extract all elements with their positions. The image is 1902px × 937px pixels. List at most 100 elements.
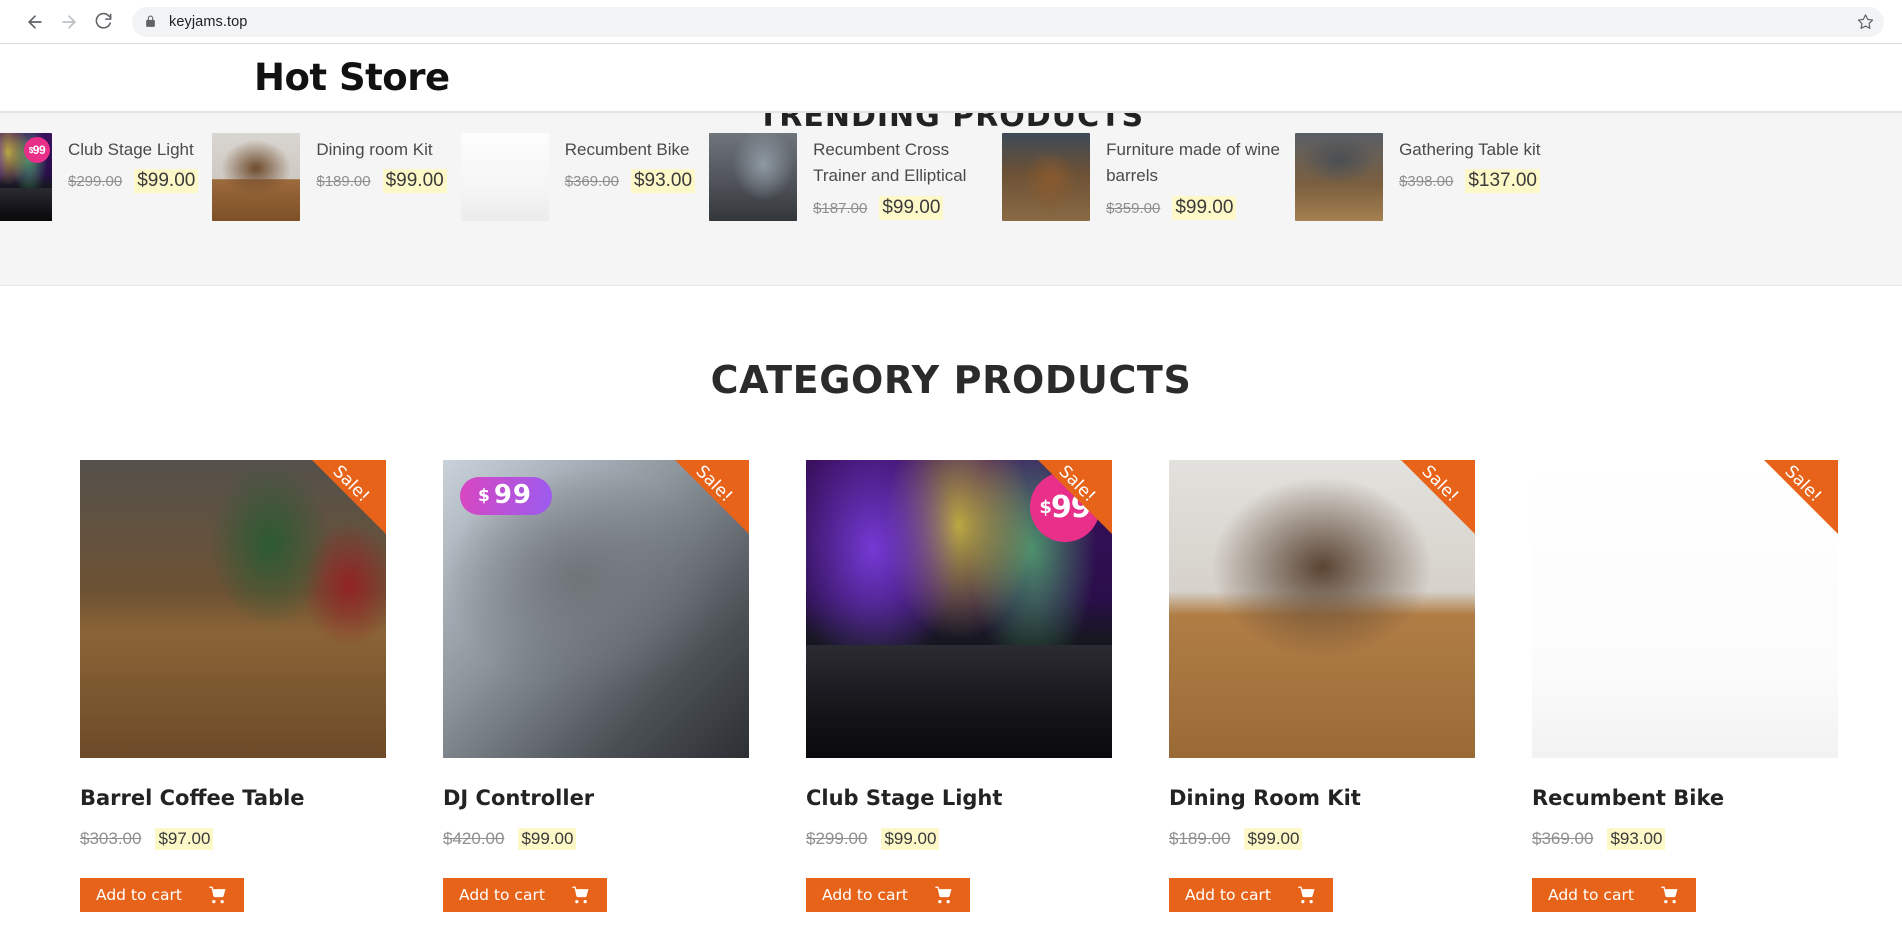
product-title[interactable]: Barrel Coffee Table [80,786,386,810]
original-price: $189.00 [316,173,371,191]
sale-price: $99.00 [1244,828,1303,850]
sale-price: $99.00 [134,169,199,194]
add-to-cart-label: Add to cart [96,886,182,904]
trending-item-title[interactable]: Furniture made of wine barrels [1106,137,1281,190]
add-to-cart-label: Add to cart [822,886,908,904]
trending-item-title[interactable]: Dining room Kit [316,137,446,163]
back-button[interactable] [18,5,52,39]
add-to-cart-label: Add to cart [1185,886,1271,904]
add-to-cart-button[interactable]: Add to cart [1532,878,1696,912]
sale-ribbon [1038,460,1112,534]
trending-item-prices: $189.00 $99.00 [316,169,447,194]
trending-products-section: TRENDING PRODUCTS $99 Club Stage Light $29… [0,112,1902,286]
product-grid: Sale! Barrel Coffee Table $303.00 $97.00 Add… [0,402,1902,912]
trending-item-info: Recumbent Cross Trainer and Elliptical $1… [797,133,988,220]
original-price: $398.00 [1399,173,1454,191]
sale-price: $99.00 [382,169,447,194]
product-prices: $299.00 $99.00 [806,828,1112,850]
trending-item-prices: $398.00 $137.00 [1399,169,1540,194]
lock-icon [144,15,157,28]
bookmark-star-icon[interactable] [1857,13,1874,30]
sale-price: $99.00 [1172,195,1237,220]
price-badge: $99 [24,137,50,163]
sale-price: $137.00 [1465,169,1540,194]
sale-price: $99.00 [879,195,944,220]
trending-item[interactable]: Recumbent Cross Trainer and Elliptical $1… [709,133,1002,221]
shopping-cart-icon [1660,885,1680,905]
category-products-heading: CATEGORY PRODUCTS [710,358,1192,402]
product-image[interactable]: $99 Sale! [806,460,1112,758]
trending-item-thumbnail[interactable] [1295,133,1384,221]
forward-button[interactable] [52,5,86,39]
trending-item-info: Gathering Table kit $398.00 $137.00 [1383,133,1541,194]
trending-item-title[interactable]: Club Stage Light [68,137,198,163]
shopping-cart-icon [934,885,954,905]
product-prices: $369.00 $93.00 [1532,828,1838,850]
sale-price: $93.00 [630,169,696,194]
add-to-cart-button[interactable]: Add to cart [806,878,970,912]
add-to-cart-button[interactable]: Add to cart [443,878,607,912]
product-image[interactable]: Sale! [1532,460,1838,758]
sale-price: $99.00 [518,828,577,850]
trending-item-thumbnail[interactable] [460,133,549,221]
product-card: Sale! Recumbent Bike $369.00 $93.00 Add to c… [1532,460,1838,912]
trending-item[interactable]: Recumbent Bike $369.00 $93.00 [460,133,709,221]
add-to-cart-button[interactable]: Add to cart [1169,878,1333,912]
sale-price: $93.00 [1607,828,1666,850]
page-content: Hot Store TRENDING PRODUCTS $99 Club Stag… [0,44,1902,937]
trending-item[interactable]: $99 Club Stage Light $299.00 $99.00 [0,133,212,221]
original-price: $420.00 [443,829,505,848]
trending-item-thumbnail[interactable]: $99 [0,133,52,221]
product-prices: $420.00 $99.00 [443,828,749,850]
sale-price: $99.00 [881,828,940,850]
trending-products-heading: TRENDING PRODUCTS [757,112,1145,134]
original-price: $299.00 [68,173,123,191]
trending-item-title[interactable]: Recumbent Cross Trainer and Elliptical [813,137,988,190]
original-price: $359.00 [1106,199,1161,217]
category-products-section: CATEGORY PRODUCTS Sale! Barrel Coffee Tab… [0,286,1902,912]
trending-item-info: Club Stage Light $299.00 $99.00 [52,133,199,194]
trending-item-title[interactable]: Gathering Table kit [1399,137,1540,163]
address-bar[interactable]: keyjams.top [132,6,1884,37]
product-card: $99 Sale! DJ Controller $420.00 $99.00 Add to… [443,460,749,912]
url-text: keyjams.top [169,13,248,30]
shopping-cart-icon [208,885,228,905]
trending-item[interactable]: Gathering Table kit $398.00 $137.00 [1295,133,1554,221]
trending-item-prices: $187.00 $99.00 [813,195,988,220]
trending-item-prices: $369.00 $93.00 [565,169,696,194]
trending-item-thumbnail[interactable] [1002,133,1091,221]
product-title[interactable]: DJ Controller [443,786,749,810]
original-price: $189.00 [1169,829,1231,848]
trending-item-thumbnail[interactable] [709,133,798,221]
trending-item-info: Recumbent Bike $369.00 $93.00 [549,133,696,194]
add-to-cart-label: Add to cart [459,886,545,904]
trending-item[interactable]: Furniture made of wine barrels $359.00 $99… [1002,133,1295,221]
shopping-cart-icon [1297,885,1317,905]
trending-item-title[interactable]: Recumbent Bike [565,137,695,163]
original-price: $369.00 [1532,829,1594,848]
reload-button[interactable] [86,5,120,39]
price-badge: $99 [460,477,553,515]
product-card: Sale! Barrel Coffee Table $303.00 $97.00 Add… [80,460,386,912]
product-image[interactable]: Sale! [80,460,386,758]
product-title[interactable]: Club Stage Light [806,786,1112,810]
trending-item-thumbnail[interactable] [212,133,301,221]
product-image[interactable]: $99 Sale! [443,460,749,758]
original-price: $299.00 [806,829,868,848]
trending-item-prices: $299.00 $99.00 [68,169,199,194]
product-title[interactable]: Dining Room Kit [1169,786,1475,810]
sale-ribbon [675,460,749,534]
product-card: Sale! Dining Room Kit $189.00 $99.00 Add to … [1169,460,1475,912]
trending-item-prices: $359.00 $99.00 [1106,195,1281,220]
shopping-cart-icon [571,885,591,905]
trending-item[interactable]: Dining room Kit $189.00 $99.00 [212,133,460,221]
product-image[interactable]: Sale! [1169,460,1475,758]
sale-ribbon [1764,460,1838,534]
sale-ribbon [1401,460,1475,534]
add-to-cart-button[interactable]: Add to cart [80,878,244,912]
sale-price: $97.00 [155,828,214,850]
product-title[interactable]: Recumbent Bike [1532,786,1838,810]
trending-item-info: Furniture made of wine barrels $359.00 $99… [1090,133,1281,220]
site-logo[interactable]: Hot Store [254,56,450,99]
trending-item-info: Dining room Kit $189.00 $99.00 [300,133,447,194]
